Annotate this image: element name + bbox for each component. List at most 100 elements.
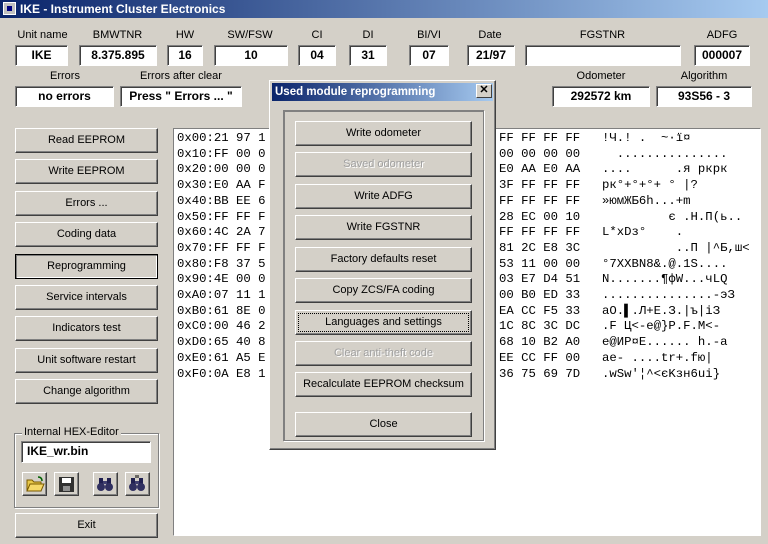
factory-defaults-reset-button[interactable]: Factory defaults reset: [295, 247, 472, 272]
dialog-title-bar[interactable]: Used module reprogramming: [272, 83, 493, 101]
dialog-title: Used module reprogramming: [275, 86, 436, 98]
hex-row-tail-bytes: E0 AA E0 AA: [499, 162, 581, 177]
swfsw-field: 10: [214, 45, 288, 66]
hex-row-tail-bytes: 68 10 B2 A0: [499, 335, 581, 350]
errors-after-clear-field: Press " Errors ... ": [120, 86, 242, 107]
hex-row-ascii: !Ч.! . ~·ї¤: [602, 131, 691, 145]
di-field: 31: [349, 45, 387, 66]
dialog-close-action-button[interactable]: Close: [295, 412, 472, 437]
indicators-test-button[interactable]: Indicators test: [15, 316, 158, 341]
hex-row-tail-bytes: 00 00 00 00: [499, 146, 581, 161]
hex-row-offset-bytes: 0xC0:00 46 2: [177, 319, 266, 334]
adfg-label: ADFG: [706, 29, 738, 41]
hex-row-tail-bytes: FF FF FF FF: [499, 131, 581, 145]
hex-row-ascii: ..П |^Б,ш<: [602, 240, 750, 255]
hex-row-tail-bytes: 81 2C E8 3C: [499, 240, 581, 255]
reprogramming-button[interactable]: Reprogramming: [15, 254, 158, 279]
hex-row-offset-bytes: 0x00:21 97 1: [177, 131, 266, 145]
fgstnr-label: FGSTNR: [579, 29, 626, 41]
unit-software-restart-button[interactable]: Unit software restart: [15, 348, 158, 373]
unit-name-label: Unit name: [17, 29, 68, 41]
hex-editor-group-label: Internal HEX-Editor: [22, 426, 121, 438]
write-eeprom-button[interactable]: Write EEPROM: [15, 159, 158, 184]
write-fgstnr-button[interactable]: Write FGSTNR: [295, 215, 472, 240]
open-file-button[interactable]: [22, 472, 47, 496]
hex-row-ascii: .... .я ркрк: [602, 162, 728, 177]
hex-row-offset-bytes: 0xB0:61 8E 0: [177, 303, 266, 318]
binoculars-find-next-icon: [129, 475, 145, 491]
hex-row-tail-bytes: 53 11 00 00: [499, 256, 581, 271]
errors-button[interactable]: Errors ...: [15, 191, 158, 216]
errors-field: no errors: [15, 86, 114, 107]
hex-row-tail-bytes: FF FF FF FF: [499, 225, 581, 240]
languages-and-settings-button[interactable]: Languages and settings: [295, 310, 472, 335]
exit-button[interactable]: Exit: [15, 513, 158, 538]
date-label: Date: [478, 29, 502, 41]
hex-row-tail-bytes: EA CC F5 33: [499, 303, 581, 318]
save-disk-icon: [59, 477, 74, 492]
hex-row-ascii: aO.▌.Л+Е.З.|ъ|іЗ: [602, 303, 721, 318]
unit-name-field: IKE: [15, 45, 68, 66]
dialog-close-button[interactable]: ✕: [476, 84, 492, 98]
hex-row-ascii: рк°+°+°+ ° |?: [602, 178, 698, 193]
service-intervals-button[interactable]: Service intervals: [15, 285, 158, 310]
read-eeprom-button[interactable]: Read EEPROM: [15, 128, 158, 153]
errors-after-clear-label: Errors after clear: [140, 70, 222, 82]
di-label: DI: [362, 29, 374, 41]
hex-row-ascii: e@ИР¤Е...... h.-а: [602, 335, 728, 350]
adfg-field: 000007: [694, 45, 750, 66]
hex-row-offset-bytes: 0xF0:0A E8 1: [177, 366, 266, 381]
hex-row-offset-bytes: 0x50:FF FF F: [177, 209, 266, 224]
hex-row-ascii: .F Ц<-е@}P.F.M<-: [602, 319, 721, 334]
hex-row-tail-bytes: 1C 8C 3C DC: [499, 319, 581, 334]
find-button[interactable]: [93, 472, 118, 496]
algorithm-label: Algorithm: [680, 70, 728, 82]
hex-row-tail-bytes: 28 EC 00 10: [499, 209, 581, 224]
hex-row-offset-bytes: 0xE0:61 A5 E: [177, 350, 266, 365]
find-next-button[interactable]: [125, 472, 150, 496]
hex-row-offset-bytes: 0x60:4C 2A 7: [177, 225, 266, 240]
odometer-label: Odometer: [576, 70, 626, 82]
hex-row-ascii: N.......¶фW...чLQ: [602, 272, 728, 287]
hex-row-ascii: ae- ....tr+.fю|: [602, 350, 713, 365]
date-field: 21/97: [467, 45, 515, 66]
write-odometer-button[interactable]: Write odometer: [295, 121, 472, 146]
save-file-button[interactable]: [54, 472, 79, 496]
bivi-field: 07: [409, 45, 449, 66]
ci-label: CI: [311, 29, 323, 41]
hex-row-ascii: є .Н.П(ь..: [602, 209, 743, 224]
hex-row-offset-bytes: 0x70:FF FF F: [177, 240, 266, 255]
hw-field: 16: [167, 45, 203, 66]
odometer-field: 292572 km: [552, 86, 650, 107]
coding-data-button[interactable]: Coding data: [15, 222, 158, 247]
change-algorithm-button[interactable]: Change algorithm: [15, 379, 158, 404]
hex-row-offset-bytes: 0x90:4E 00 0: [177, 272, 266, 287]
bivi-label: BI/VI: [417, 29, 441, 41]
algorithm-field: 93S56 - 3: [656, 86, 752, 107]
hex-row-ascii: .wSw'¦^<єKзн6uі}: [602, 366, 721, 381]
clear-anti-theft-code-button[interactable]: Clear anti-theft code: [295, 341, 472, 366]
hex-row-tail-bytes: 3F FF FF FF: [499, 178, 581, 193]
fgstnr-field: [525, 45, 681, 66]
saved-odometer-button[interactable]: Saved odometer: [295, 152, 472, 177]
window-title: IKE - Instrument Cluster Electronics: [20, 2, 226, 16]
hex-row-ascii: °7XXBN8&.@.1S....: [602, 256, 728, 271]
hex-row-ascii: ...............: [602, 146, 728, 161]
hex-row-offset-bytes: 0x10:FF 00 0: [177, 146, 266, 161]
hex-row-tail-bytes: EE CC FF 00: [499, 350, 581, 365]
bmwtnr-label: BMWTNR: [92, 29, 143, 41]
hex-row-offset-bytes: 0xD0:65 40 8: [177, 335, 266, 350]
bmwtnr-field: 8.375.895: [79, 45, 157, 66]
window-title-bar[interactable]: IKE - Instrument Cluster Electronics: [0, 0, 768, 18]
hw-label: HW: [175, 29, 195, 41]
hex-row-offset-bytes: 0x30:E0 AA F: [177, 178, 266, 193]
swfsw-label: SW/FSW: [227, 29, 273, 41]
hex-row-ascii: »юмЖБ6h...+m: [602, 193, 691, 208]
recalculate-eeprom-checksum-button[interactable]: Recalculate EEPROM checksum: [295, 372, 472, 397]
hex-row-ascii: ...............-эЗ: [602, 288, 735, 302]
hex-filename-field[interactable]: IKE_wr.bin: [21, 441, 151, 463]
errors-label: Errors: [50, 70, 80, 82]
hex-row-tail-bytes: 36 75 69 7D: [499, 366, 581, 381]
copy-zcs-fa-coding-button[interactable]: Copy ZCS/FA coding: [295, 278, 472, 303]
write-adfg-button[interactable]: Write ADFG: [295, 184, 472, 209]
